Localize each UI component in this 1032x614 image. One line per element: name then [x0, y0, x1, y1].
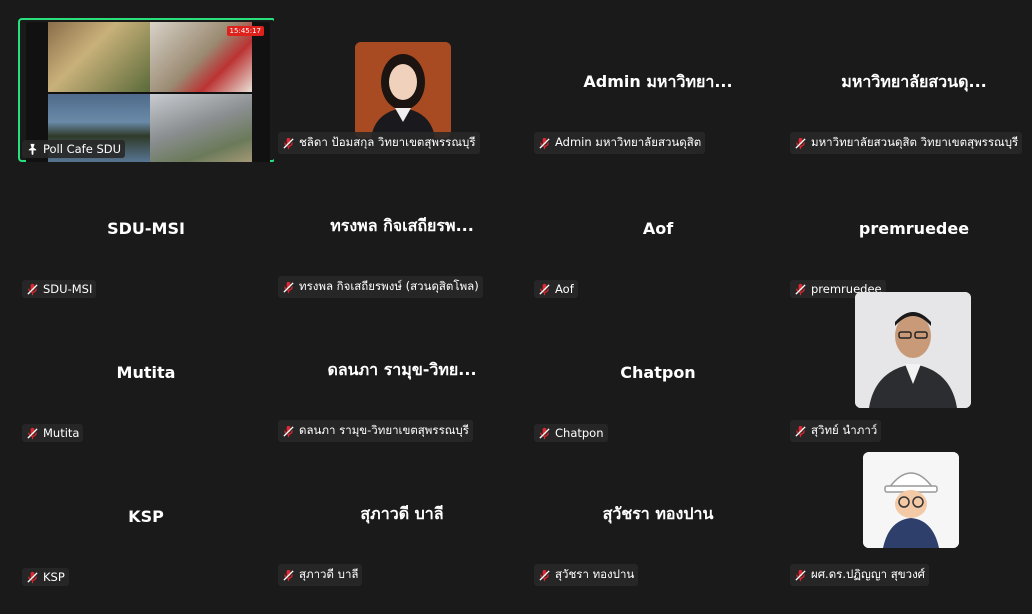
name-tag: สุภาวดี บาลี — [278, 564, 363, 586]
muted-mic-icon — [539, 427, 550, 439]
participant-display-name: มหาวิทยาลัยสวนดุ... — [841, 72, 987, 91]
name-tag: มหาวิทยาลัยสวนดุสิต วิทยาเขตสุพรรณบุรี — [790, 132, 1023, 154]
participant-display-name: premruedee — [858, 218, 970, 238]
participant-tile-6[interactable]: Aof Aof — [530, 162, 786, 306]
muted-mic-icon — [539, 137, 550, 149]
participant-display-name: SDU-MSI — [107, 218, 185, 238]
participant-tile-1[interactable]: ชลิดา ป้อมสกุล วิทยาเขตสุพรรณบุรี — [274, 18, 530, 162]
participant-display-name: สุภาวดี บาลี — [360, 504, 444, 523]
participant-name: ดลนภา รามุข-วิทยาเขตสุพรรณบุรี — [299, 423, 469, 437]
participant-display-name: Aof — [642, 218, 674, 238]
recording-time: 15:45:17 — [226, 26, 264, 36]
participant-tile-15[interactable]: ผศ.ดร.ปฏิญญา สุขวงศ์ — [786, 450, 1032, 594]
muted-mic-icon — [27, 427, 38, 439]
participant-display-name: ดลนภา รามุข-วิทย... — [327, 360, 477, 379]
avatar-cartoon — [863, 452, 959, 548]
participant-tile-2[interactable]: Admin มหาวิทยา... Admin มหาวิทยาลัยสวนดุ… — [530, 18, 786, 162]
participant-name: Admin มหาวิทยาลัยสวนดุสิต — [555, 135, 702, 149]
avatar — [863, 452, 959, 548]
name-tag: Aof — [534, 280, 578, 298]
participant-name: สุภาวดี บาลี — [299, 567, 359, 581]
participant-name: Poll Cafe SDU — [43, 142, 122, 156]
name-tag: ดลนภา รามุข-วิทยาเขตสุพรรณบุรี — [278, 420, 473, 442]
name-tag: ทรงพล กิจเสถียรพงษ์ (สวนดุสิตโพล) — [278, 276, 483, 298]
participant-name: SDU-MSI — [43, 282, 93, 296]
muted-mic-icon — [283, 281, 294, 293]
muted-mic-icon — [795, 569, 806, 581]
participant-name: KSP — [43, 570, 65, 584]
name-tag: ผศ.ดร.ปฏิญญา สุขวงศ์ — [790, 564, 929, 586]
participant-tile-7[interactable]: premruedee premruedee — [786, 162, 1032, 306]
name-tag: ชลิดา ป้อมสกุล วิทยาเขตสุพรรณบุรี — [278, 132, 480, 154]
participant-name: สุวัชรา ทองปาน — [555, 567, 635, 581]
muted-mic-icon — [795, 283, 806, 295]
participant-name: Chatpon — [555, 426, 604, 440]
muted-mic-icon — [27, 571, 38, 583]
muted-mic-icon — [795, 425, 806, 437]
participant-gallery: 15:45:17 Poll Cafe SDU ชลิดา ป้อมสกุล วิ… — [18, 18, 1032, 612]
participant-name: ผศ.ดร.ปฏิญญา สุขวงศ์ — [811, 567, 925, 581]
participant-name: ชลิดา ป้อมสกุล วิทยาเขตสุพรรณบุรี — [299, 135, 476, 149]
participant-tile-14[interactable]: สุวัชรา ทองปาน สุวัชรา ทองปาน — [530, 450, 786, 594]
name-tag: สุวัชรา ทองปาน — [534, 564, 639, 586]
participant-tile-11[interactable]: สุวิทย์ นำภาว์ — [786, 292, 1032, 450]
participant-display-name: Chatpon — [620, 362, 696, 382]
avatar — [855, 292, 971, 408]
muted-mic-icon — [795, 137, 806, 149]
participant-name: Aof — [555, 282, 574, 296]
participant-tile-10[interactable]: Chatpon Chatpon — [530, 306, 786, 450]
avatar-photo — [355, 42, 451, 138]
participant-display-name: KSP — [128, 506, 164, 526]
muted-mic-icon — [283, 137, 294, 149]
muted-mic-icon — [539, 569, 550, 581]
video-frame-4 — [150, 94, 252, 164]
name-tag: Admin มหาวิทยาลัยสวนดุสิต — [534, 132, 706, 154]
participant-name: ทรงพล กิจเสถียรพงษ์ (สวนดุสิตโพล) — [299, 279, 479, 293]
participant-display-name: Mutita — [116, 362, 176, 382]
participant-tile-4[interactable]: SDU-MSI SDU-MSI — [18, 162, 274, 306]
participant-tile-12[interactable]: KSP KSP — [18, 450, 274, 594]
name-tag: KSP — [22, 568, 69, 586]
muted-mic-icon — [283, 569, 294, 581]
participant-tile-poll-cafe[interactable]: 15:45:17 Poll Cafe SDU — [18, 18, 276, 164]
participant-tile-9[interactable]: ดลนภา รามุข-วิทย... ดลนภา รามุข-วิทยาเขต… — [274, 306, 530, 450]
participant-tile-3[interactable]: มหาวิทยาลัยสวนดุ... มหาวิทยาลัยสวนดุสิต … — [786, 18, 1032, 162]
participant-tile-13[interactable]: สุภาวดี บาลี สุภาวดี บาลี — [274, 450, 530, 594]
muted-mic-icon — [539, 283, 550, 295]
participant-name: มหาวิทยาลัยสวนดุสิต วิทยาเขตสุพรรณบุรี — [811, 135, 1019, 149]
video-frame-1 — [48, 22, 150, 92]
muted-mic-icon — [283, 425, 294, 437]
participant-name: Mutita — [43, 426, 80, 440]
pin-icon — [28, 143, 37, 155]
avatar — [355, 42, 451, 138]
avatar-photo — [855, 292, 971, 408]
participant-display-name: สุวัชรา ทองปาน — [602, 504, 714, 523]
name-tag: SDU-MSI — [22, 280, 97, 298]
name-tag: สุวิทย์ นำภาว์ — [790, 420, 882, 442]
name-tag: Chatpon — [534, 424, 608, 442]
participant-tile-5[interactable]: ทรงพล กิจเสถียรพ... ทรงพล กิจเสถียรพงษ์ … — [274, 162, 530, 306]
participant-display-name: ทรงพล กิจเสถียรพ... — [330, 216, 474, 235]
participant-tile-8[interactable]: Mutita Mutita — [18, 306, 274, 450]
participant-name: สุวิทย์ นำภาว์ — [811, 423, 878, 437]
muted-mic-icon — [27, 283, 38, 295]
name-tag: Poll Cafe SDU — [22, 140, 126, 158]
name-tag: Mutita — [22, 424, 84, 442]
participant-display-name: Admin มหาวิทยา... — [583, 72, 733, 91]
